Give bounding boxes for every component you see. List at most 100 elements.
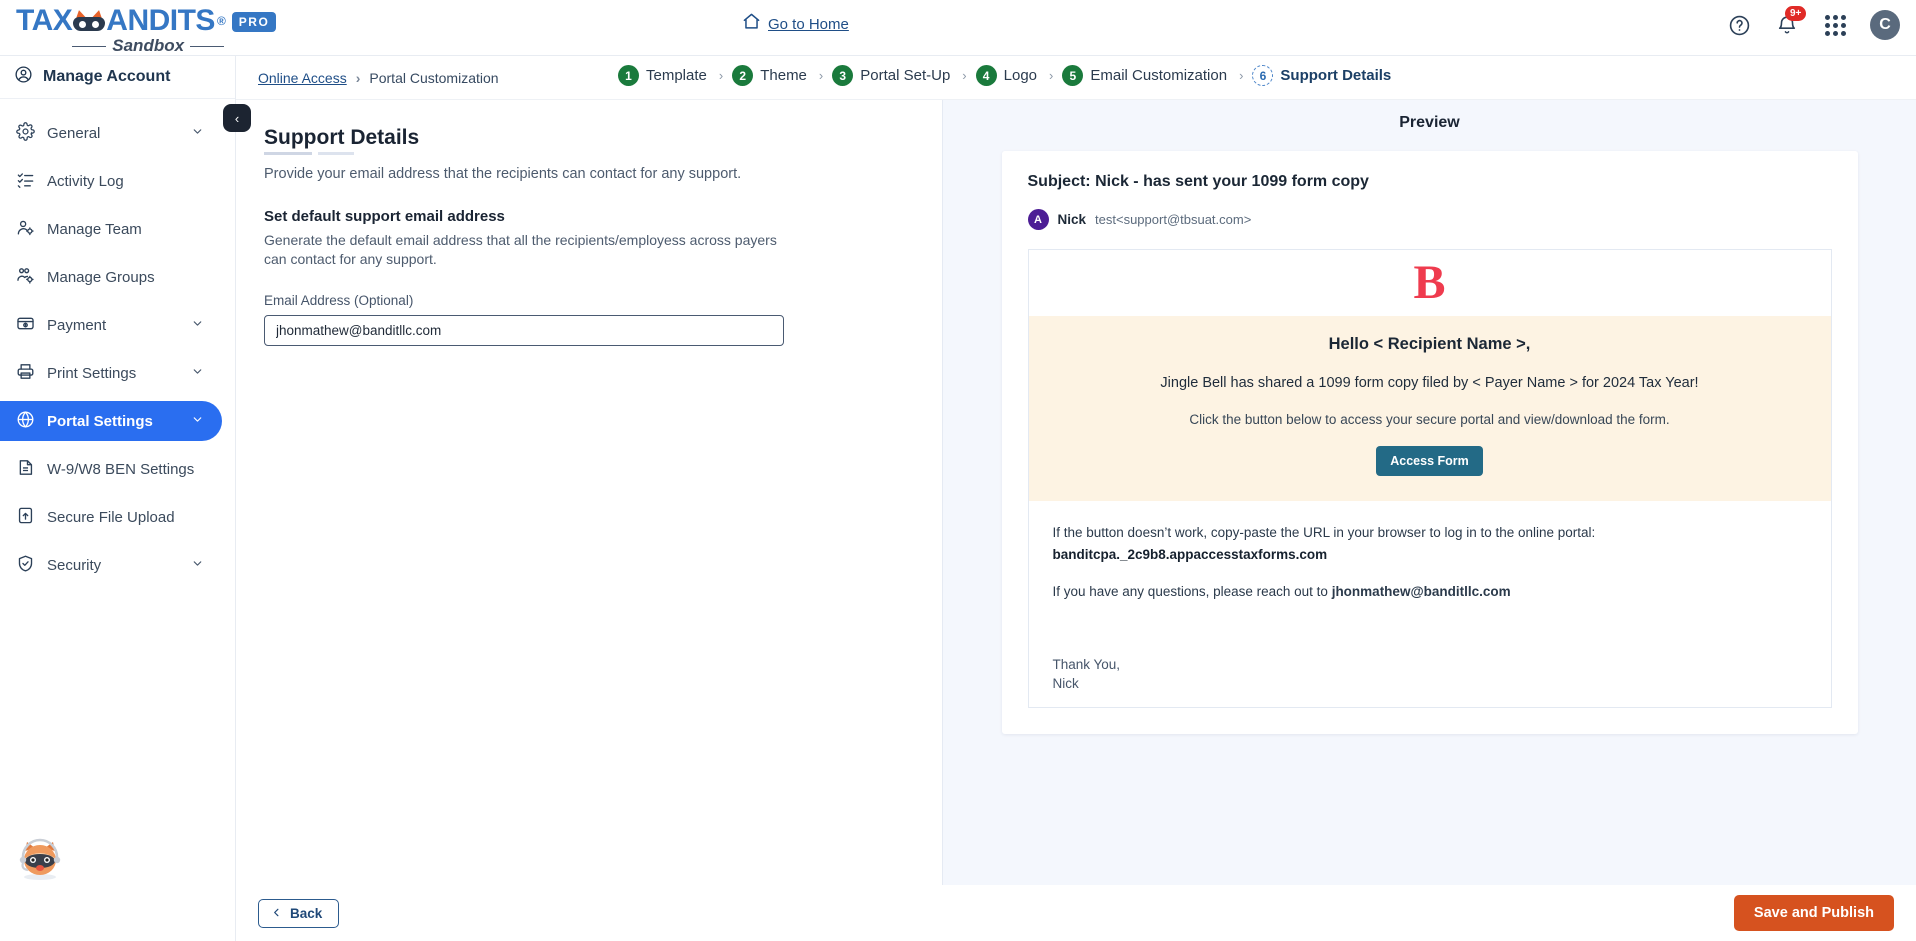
- sidebar-item-activity-log[interactable]: Activity Log: [0, 161, 222, 201]
- step-label: Template: [646, 67, 707, 84]
- sidebar-item-label: Manage Team: [47, 220, 142, 238]
- step-label: Support Details: [1280, 67, 1392, 84]
- page-title: Support Details: [264, 126, 420, 155]
- grid-apps-icon[interactable]: [1822, 12, 1848, 38]
- step-label: Theme: [760, 67, 807, 84]
- bandit-mask-icon: [73, 8, 106, 32]
- users-gear-icon: [16, 266, 35, 289]
- sidebar-item-label: Portal Settings: [47, 412, 153, 430]
- sender-address: test<support@tbsuat.com>: [1095, 212, 1252, 227]
- section-description: Generate the default email address that …: [264, 232, 777, 267]
- step-support-details[interactable]: 6 Support Details: [1252, 65, 1391, 86]
- go-to-home-link[interactable]: Go to Home: [742, 12, 849, 36]
- sender-avatar: A: [1027, 209, 1049, 230]
- sidebar-collapse-button[interactable]: ‹: [223, 104, 251, 132]
- sidebar-item-portal-settings[interactable]: Portal Settings: [0, 401, 222, 441]
- top-bar: TAX ANDITS ® PRO Sandbox Go to Home 9+ C: [0, 0, 1916, 56]
- pro-badge: PRO: [231, 12, 277, 32]
- manage-account-label: Manage Account: [43, 68, 171, 85]
- sidebar-item-w9-w8ben-settings[interactable]: W-9/W8 BEN Settings: [0, 449, 222, 489]
- email-questions-note: If you have any questions, please reach …: [1053, 584, 1807, 599]
- step-label: Logo: [1003, 67, 1038, 84]
- body-area: Support Details Provide your email addre…: [236, 100, 1916, 886]
- email-support-address: jhonmathew@banditllc.com: [1331, 584, 1511, 599]
- logo-text-tax: TAX: [16, 4, 73, 37]
- breadcrumb-current: Portal Customization: [369, 69, 499, 86]
- printer-icon: [16, 362, 35, 385]
- sidebar-item-label: Manage Groups: [47, 268, 155, 286]
- sidebar-item-manage-team[interactable]: Manage Team: [0, 209, 222, 249]
- user-avatar[interactable]: C: [1870, 10, 1900, 40]
- step-number: 6: [1252, 65, 1274, 86]
- globe-icon: [16, 410, 35, 433]
- main-content: Online Access › Portal Customization 1 T…: [236, 56, 1916, 941]
- sidebar-item-label: Activity Log: [47, 172, 124, 190]
- sidebar-manage-account[interactable]: Manage Account: [0, 56, 235, 99]
- home-icon: [742, 12, 761, 36]
- section-title: Set default support email address: [264, 208, 505, 225]
- sidebar-item-manage-groups[interactable]: Manage Groups: [0, 257, 222, 297]
- step-number: 3: [832, 65, 854, 86]
- company-logo-icon: B: [1413, 256, 1446, 309]
- email-white-section: If the button doesn’t work, copy-paste t…: [1028, 501, 1831, 707]
- back-button[interactable]: Back: [258, 898, 340, 928]
- step-arrow-icon: ›: [1239, 68, 1244, 83]
- breadcrumb-bar: Online Access › Portal Customization 1 T…: [236, 56, 1916, 100]
- support-email-input[interactable]: [264, 315, 784, 346]
- sidebar-item-label: W-9/W8 BEN Settings: [47, 460, 195, 478]
- notification-badge: 9+: [1785, 6, 1807, 21]
- sidebar-item-label: Secure File Upload: [47, 508, 175, 526]
- app-root: TAX ANDITS ® PRO Sandbox Go to Home 9+ C…: [0, 0, 1916, 941]
- help-circle-icon[interactable]: [1726, 12, 1752, 38]
- email-subject: Subject: Nick - has sent your 1099 form …: [1027, 173, 1369, 190]
- raccoon-mascot-icon[interactable]: [16, 835, 64, 883]
- email-greeting: Hello < Recipient Name >,: [1328, 335, 1531, 353]
- step-arrow-icon: ›: [718, 68, 724, 83]
- sidebar-item-secure-file-upload[interactable]: Secure File Upload: [0, 497, 222, 537]
- sidebar-item-label: General: [47, 124, 101, 142]
- step-arrow-icon: ›: [962, 68, 967, 83]
- sidebar-item-general[interactable]: General: [0, 113, 222, 153]
- email-signoff: Thank You, Nick: [1053, 655, 1807, 693]
- chevron-down-icon: [191, 317, 204, 334]
- step-number: 5: [1062, 65, 1084, 86]
- account-circle-icon: [14, 65, 33, 89]
- sidebar-item-print-settings[interactable]: Print Settings: [0, 353, 222, 393]
- shield-check-icon: [16, 554, 35, 577]
- sidebar-item-label: Print Settings: [47, 364, 137, 382]
- sidebar: Manage Account ‹ General Activity Log Ma…: [0, 56, 251, 941]
- breadcrumb: Online Access › Portal Customization: [258, 70, 499, 86]
- sidebar-item-label: Payment: [47, 316, 107, 334]
- email-click-line: Click the button below to access your se…: [1189, 412, 1670, 427]
- logo-sandbox-label: Sandbox: [112, 36, 185, 55]
- step-portal-setup[interactable]: 3 Portal Set-Up ›: [832, 65, 967, 86]
- sender-name: Nick: [1057, 212, 1087, 227]
- bell-icon[interactable]: 9+: [1774, 6, 1807, 38]
- save-and-publish-button[interactable]: Save and Publish: [1733, 895, 1894, 931]
- access-form-button[interactable]: Access Form: [1376, 446, 1483, 476]
- brand-logo[interactable]: TAX ANDITS ® PRO Sandbox: [16, 4, 277, 56]
- email-fallback-text: If the button doesn’t work, copy-paste t…: [1052, 525, 1596, 540]
- top-icon-group: 9+ C: [1726, 6, 1900, 40]
- chevron-down-icon: [191, 365, 204, 382]
- breadcrumb-separator: ›: [355, 69, 361, 86]
- step-theme[interactable]: 2 Theme ›: [732, 65, 823, 86]
- step-email-customization[interactable]: 5 Email Customization ›: [1062, 65, 1243, 86]
- logo-divider-right: [190, 45, 225, 47]
- sidebar-item-payment[interactable]: Payment: [0, 305, 222, 345]
- sidebar-item-security[interactable]: Security: [0, 545, 222, 585]
- sidebar-item-label: Security: [47, 556, 102, 574]
- breadcrumb-link-online-access[interactable]: Online Access: [258, 70, 347, 86]
- email-signoff-name: Nick: [1052, 676, 1079, 691]
- step-template[interactable]: 1 Template ›: [618, 65, 723, 86]
- registered-mark: ®: [216, 14, 226, 28]
- step-number: 2: [732, 65, 754, 86]
- list-check-icon: [16, 170, 35, 193]
- footer-bar: Back Save and Publish: [236, 885, 1916, 941]
- email-questions-prefix: If you have any questions, please reach …: [1052, 584, 1332, 599]
- step-number: 4: [975, 65, 997, 86]
- email-beige-section: Hello < Recipient Name >, Jingle Bell ha…: [1028, 316, 1831, 501]
- step-logo[interactable]: 4 Logo ›: [975, 65, 1053, 86]
- go-to-home-label: Go to Home: [768, 15, 849, 33]
- step-label: Portal Set-Up: [860, 67, 951, 84]
